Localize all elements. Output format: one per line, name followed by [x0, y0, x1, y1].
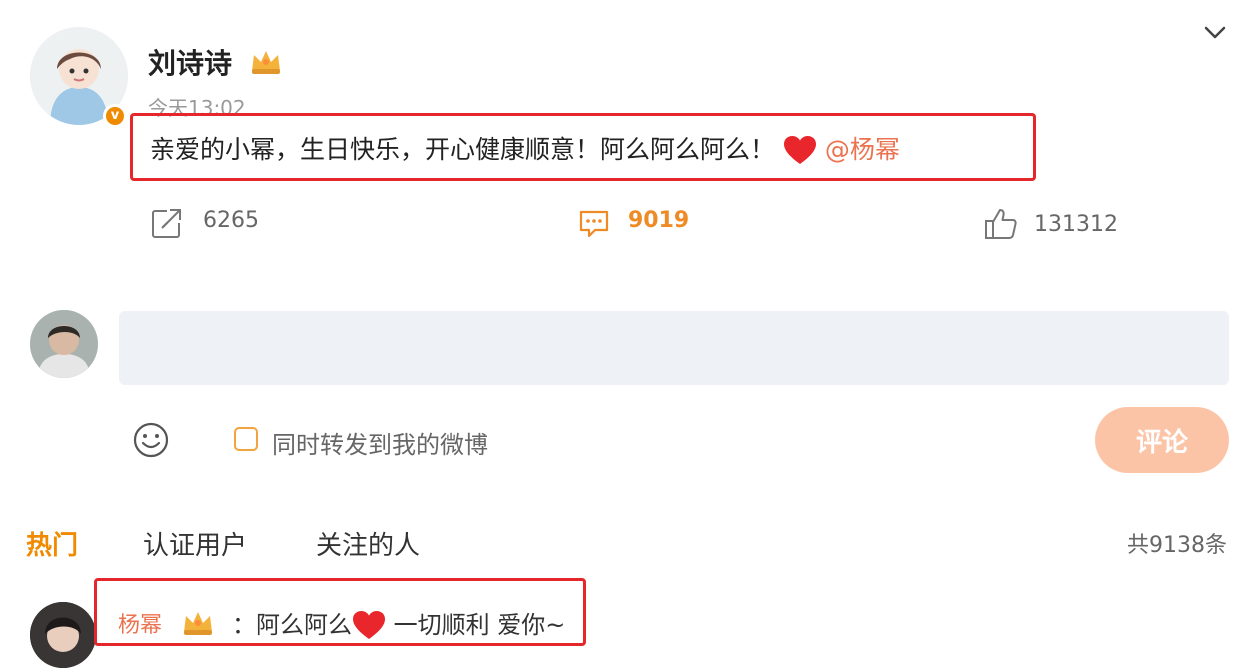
mention-link[interactable]: @杨幂 [825, 135, 900, 164]
comment-text: ：阿么阿么 一切顺利 爱你~ [232, 605, 565, 641]
author-name[interactable]: 刘诗诗 [148, 42, 232, 82]
repost-label[interactable]: 同时转发到我的微博 [272, 425, 488, 460]
tab-hot[interactable]: 热门 [26, 525, 78, 562]
heart-icon [783, 136, 816, 164]
like-count[interactable]: 131312 [1034, 212, 1118, 237]
verified-badge-icon: v [103, 104, 127, 128]
thumbs-up-icon[interactable] [983, 206, 1019, 242]
comment-total-count: 共9138条 [1127, 533, 1227, 558]
chevron-down-icon[interactable] [1200, 18, 1230, 48]
heart-icon [353, 611, 385, 639]
commenter-avatar-photo [30, 602, 96, 668]
smiley-icon[interactable] [132, 421, 170, 459]
comment-icon[interactable] [577, 206, 611, 240]
crown-badge-icon [252, 51, 280, 74]
tab-verified-users[interactable]: 认证用户 [143, 525, 247, 562]
tab-following[interactable]: 关注的人 [316, 525, 420, 562]
post-body: 亲爱的小幂，生日快乐，开心健康顺意！阿么阿么阿么！ [150, 135, 776, 164]
post-text: 亲爱的小幂，生日快乐，开心健康顺意！阿么阿么阿么！ @杨幂 [150, 130, 900, 166]
crown-badge-icon [184, 612, 212, 635]
comment-text-before-heart: ：阿么阿么 [232, 611, 352, 639]
comment-input[interactable] [119, 311, 1229, 385]
comment-text-after-heart: 一切顺利 爱你~ [386, 611, 566, 639]
repost-checkbox[interactable] [234, 427, 258, 451]
commenter-avatar[interactable] [30, 602, 96, 668]
current-user-avatar[interactable] [30, 310, 98, 378]
submit-comment-button[interactable]: 评论 [1095, 407, 1229, 473]
commenter-name[interactable]: 杨幂 [118, 607, 162, 639]
current-user-avatar-photo [30, 310, 98, 378]
forward-icon[interactable] [150, 206, 184, 240]
comment-count[interactable]: 9019 [628, 208, 689, 233]
forward-count[interactable]: 6265 [203, 208, 259, 233]
